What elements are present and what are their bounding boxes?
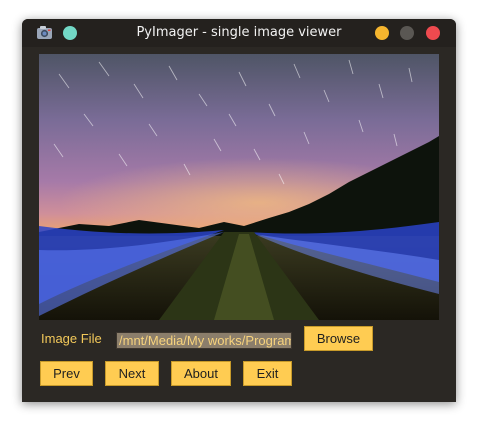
browse-button[interactable]: Browse — [304, 326, 373, 351]
prev-button[interactable]: Prev — [40, 361, 93, 386]
app-window: PyImager - single image viewer Image Fil… — [22, 19, 456, 402]
maximize-icon[interactable] — [400, 26, 414, 40]
night-sky-field-image — [39, 54, 439, 320]
next-button[interactable]: Next — [105, 361, 159, 386]
exit-button[interactable]: Exit — [243, 361, 292, 386]
sticky-window-icon[interactable] — [63, 26, 77, 40]
image-file-label: Image File — [41, 331, 102, 346]
app-icon[interactable] — [36, 25, 53, 40]
minimize-icon[interactable] — [375, 26, 389, 40]
close-icon[interactable] — [426, 26, 440, 40]
title-bar[interactable]: PyImager - single image viewer — [22, 19, 456, 47]
window-title: PyImager - single image viewer — [136, 25, 342, 40]
about-button[interactable]: About — [171, 361, 231, 386]
photo-display — [39, 54, 439, 320]
image-path-input[interactable]: /mnt/Media/My works/Program — [116, 332, 292, 349]
